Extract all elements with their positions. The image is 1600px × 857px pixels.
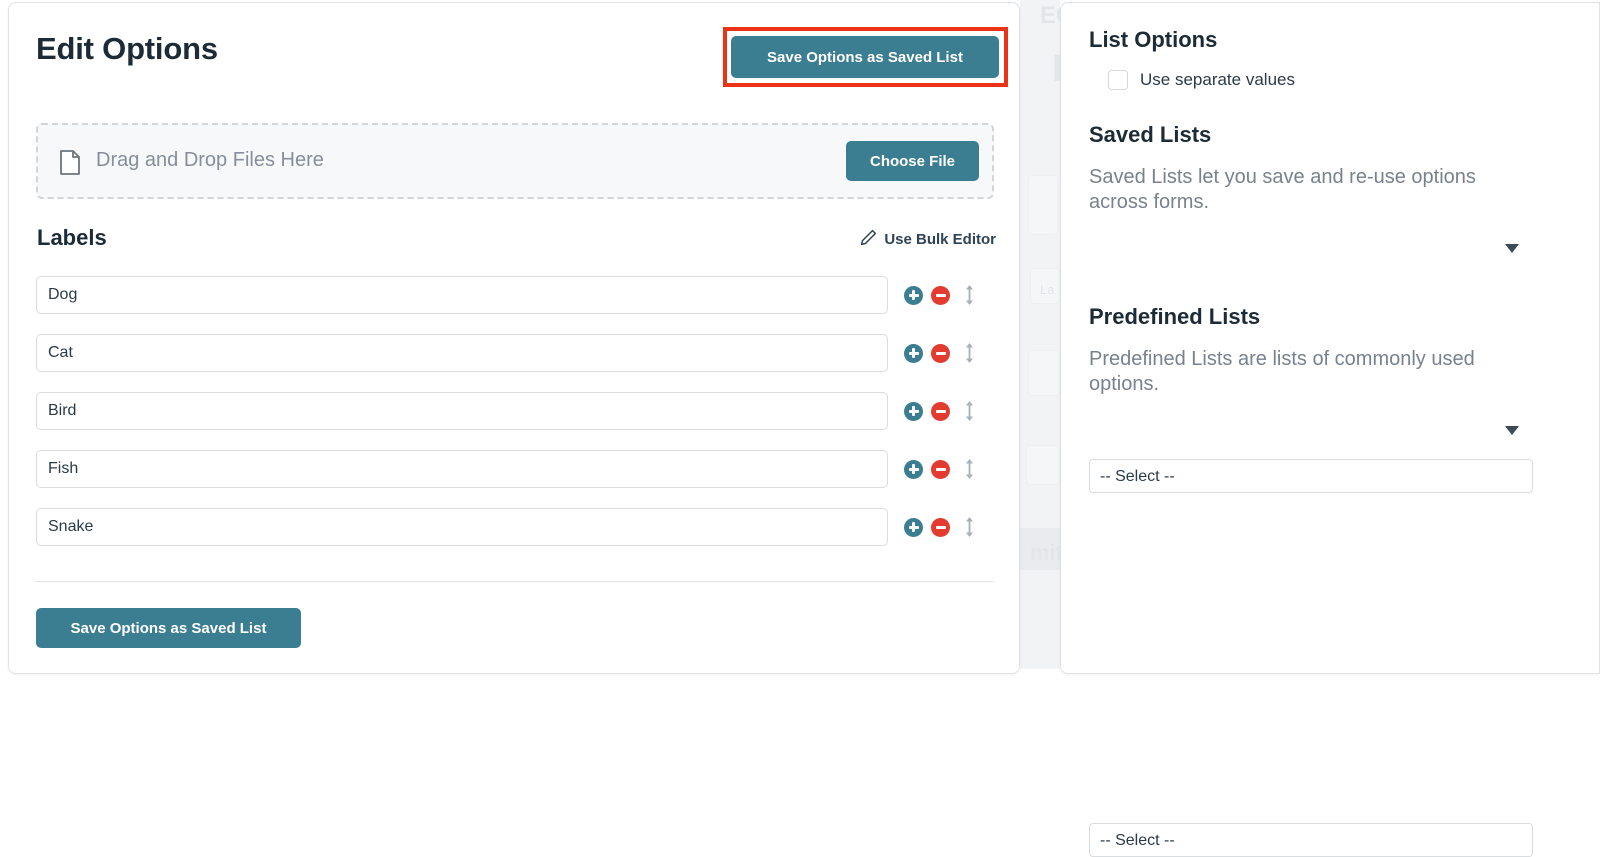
label-input-0[interactable]	[36, 276, 888, 314]
pencil-icon	[860, 229, 877, 250]
choose-file-button[interactable]: Choose File	[846, 141, 979, 181]
label-input-1[interactable]	[36, 334, 888, 372]
background-divider-3	[1022, 430, 1060, 431]
table-row	[36, 276, 994, 314]
vertical-arrows-icon[interactable]	[961, 284, 977, 306]
table-row	[36, 450, 994, 488]
saved-lists-select-wrap: -- Select --	[1089, 231, 1533, 265]
table-row	[36, 334, 994, 372]
minus-circle-icon[interactable]	[931, 460, 950, 479]
background-divider-2	[1022, 330, 1058, 331]
edit-options-panel: Edit Options Save Options as Saved List …	[8, 2, 1020, 674]
plus-circle-icon[interactable]	[904, 286, 923, 305]
background-divider-1	[1022, 258, 1058, 259]
chevron-down-icon	[1505, 244, 1519, 253]
vertical-arrows-icon[interactable]	[961, 458, 977, 480]
predefined-lists-select-wrap: -- Select --	[1089, 413, 1533, 447]
save-options-as-saved-list-button-top[interactable]: Save Options as Saved List	[731, 36, 999, 78]
file-dropzone[interactable]: Drag and Drop Files Here Choose File	[36, 123, 994, 199]
background-footer	[1020, 590, 1060, 669]
vertical-arrows-icon[interactable]	[961, 516, 977, 538]
background-box-1	[1028, 175, 1058, 235]
saved-lists-select[interactable]: -- Select --	[1089, 459, 1533, 493]
row-actions-1	[904, 334, 977, 372]
use-separate-values-label[interactable]: Use separate values	[1140, 70, 1295, 90]
vertical-arrows-icon[interactable]	[961, 400, 977, 422]
background-labels-text: La	[1040, 282, 1054, 297]
row-actions-4	[904, 508, 977, 546]
panel-header: Edit Options Save Options as Saved List	[9, 3, 1019, 103]
minus-circle-icon[interactable]	[931, 286, 950, 305]
vertical-arrows-icon[interactable]	[961, 342, 977, 364]
predefined-lists-description: Predefined Lists are lists of commonly u…	[1089, 347, 1489, 397]
page-title: Edit Options	[36, 31, 218, 67]
chevron-down-icon	[1505, 426, 1519, 435]
plus-circle-icon[interactable]	[904, 460, 923, 479]
list-options-sidebar: List Options Use separate values Saved L…	[1060, 2, 1600, 674]
dropzone-label: Drag and Drop Files Here	[96, 149, 324, 172]
table-row	[36, 392, 994, 430]
use-bulk-editor-link[interactable]: Use Bulk Editor	[860, 229, 996, 250]
background-box-3	[1028, 350, 1060, 396]
row-actions-2	[904, 392, 977, 430]
save-options-as-saved-list-button-bottom[interactable]: Save Options as Saved List	[36, 608, 301, 648]
row-actions-0	[904, 276, 977, 314]
row-actions-3	[904, 450, 977, 488]
table-row	[36, 508, 994, 546]
use-separate-values-checkbox[interactable]	[1108, 70, 1128, 90]
label-input-4[interactable]	[36, 508, 888, 546]
plus-circle-icon[interactable]	[904, 518, 923, 537]
saved-lists-heading: Saved Lists	[1089, 122, 1211, 148]
minus-circle-icon[interactable]	[931, 518, 950, 537]
label-input-2[interactable]	[36, 392, 888, 430]
minus-circle-icon[interactable]	[931, 344, 950, 363]
background-box-4	[1026, 445, 1060, 485]
plus-circle-icon[interactable]	[904, 344, 923, 363]
use-separate-values-row: Use separate values	[1108, 70, 1295, 90]
footer-divider	[36, 581, 994, 582]
predefined-lists-heading: Predefined Lists	[1089, 304, 1260, 330]
use-bulk-editor-label: Use Bulk Editor	[884, 231, 996, 248]
file-icon	[60, 150, 80, 175]
saved-lists-description: Saved Lists let you save and re-use opti…	[1089, 165, 1489, 215]
background-divider-4	[1022, 505, 1060, 506]
plus-circle-icon[interactable]	[904, 402, 923, 421]
label-rows-list	[36, 276, 994, 566]
minus-circle-icon[interactable]	[931, 402, 950, 421]
labels-heading: Labels	[37, 225, 107, 251]
predefined-lists-select[interactable]: -- Select --	[1089, 823, 1533, 857]
label-input-3[interactable]	[36, 450, 888, 488]
list-options-heading: List Options	[1089, 27, 1217, 53]
